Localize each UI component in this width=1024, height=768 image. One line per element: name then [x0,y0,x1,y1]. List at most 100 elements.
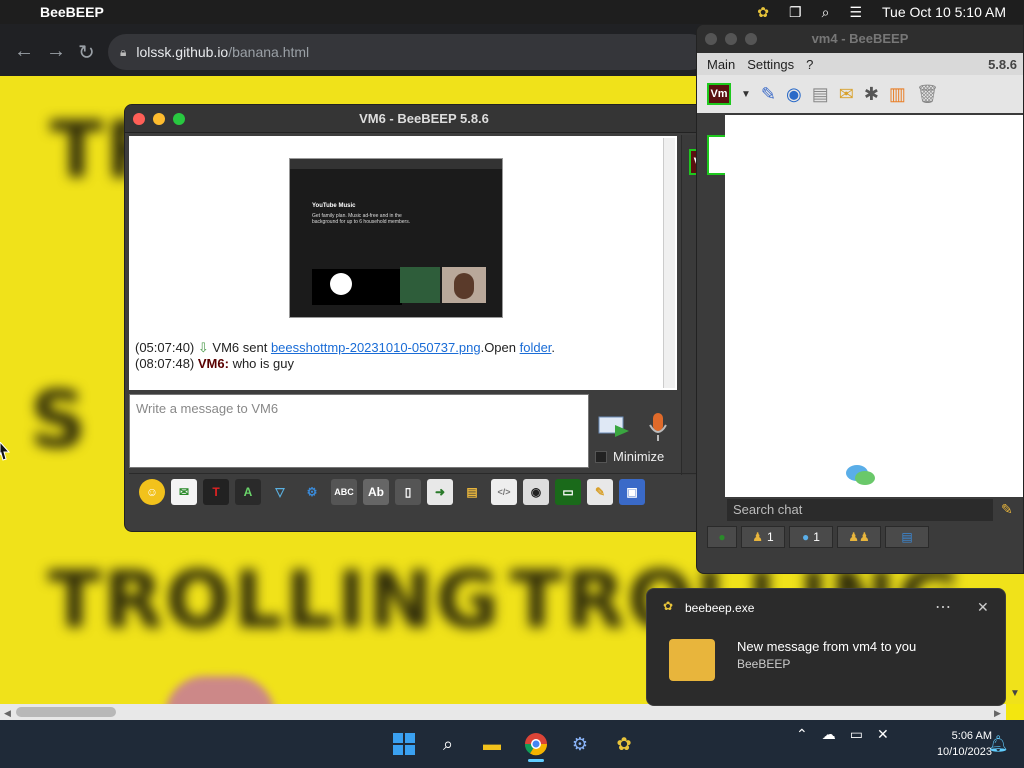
menubar-clock[interactable]: Tue Oct 10 5:10 AM [882,4,1006,20]
scrollbar-thumb[interactable] [16,707,116,717]
msg-mid: .Open [480,340,520,355]
microphone-button[interactable] [645,411,671,443]
settings-icon[interactable]: ⚙ [299,479,325,505]
network-icon[interactable]: ◉ [786,84,802,105]
users-icon: ♟ [752,530,764,544]
notification-title: New message from vm4 to you [737,639,917,654]
chevron-up-icon[interactable]: ⌃ [796,726,808,743]
chat-toolbar: ☺ ✉ T A ▽ ⚙ ABC Ab ▯ ➜ ▤ </> ◉ ▭ ✎ ▣ [129,473,719,509]
settings-gear-icon[interactable]: ⚙ [566,730,594,758]
zoom-button[interactable] [173,113,185,125]
menu-help[interactable]: ? [806,57,813,72]
send-folder-icon[interactable]: ▤ [459,479,485,505]
more-options-icon[interactable]: ⋯ [935,597,951,617]
trash-icon[interactable]: 🗑︎ [916,84,939,105]
scroll-down-icon[interactable]: ▼ [1010,688,1020,699]
edit-icon[interactable]: ✎ [587,478,613,505]
scroll-left-icon[interactable]: ◀ [4,708,11,719]
minimize-button[interactable] [153,113,165,125]
vm6-window-title: VM6 - BeeBEEP 5.8.6 [359,111,489,126]
minimize-checkbox[interactable]: Minimize [595,449,664,464]
cloud-icon[interactable]: ☁ [822,726,836,743]
msg-time: (05:07:40) [135,340,195,355]
msg-text: who is guy [228,356,294,371]
tab-files[interactable]: ▤ [885,526,929,548]
version-label: 5.8.6 [988,56,1017,72]
user-status-avatar[interactable]: Vm [707,83,731,105]
beebeep-tray-icon[interactable]: ✿ [757,4,769,21]
chat-scrollbar[interactable] [663,138,675,388]
preview-thumb [400,267,440,303]
preview-face [442,267,486,303]
color-icon[interactable]: A [235,478,261,505]
tab-status[interactable]: ● [707,526,737,548]
vm6-titlebar[interactable]: VM6 - BeeBEEP 5.8.6 [125,105,723,133]
url-host: lolssk.github.io [136,44,229,60]
filter-icon[interactable]: ▽ [267,479,293,505]
broom-icon[interactable]: ✎ [1001,501,1013,518]
taskbar-clock[interactable]: 5:06 AM 10/10/2023 [937,728,992,760]
preview-tabstrip [290,159,502,169]
horizontal-scrollbar[interactable] [0,704,1006,720]
file-blank-icon[interactable]: ▯ [395,478,421,505]
mailbox-icon[interactable]: ▤ [812,84,829,105]
back-icon[interactable]: ← [14,40,34,63]
emoji-icon[interactable]: ☺ [139,478,165,505]
close-icon[interactable]: ✕ [977,599,989,616]
vm4-titlebar[interactable]: vm4 - BeeBEEP [697,25,1023,53]
plugins-icon[interactable]: ✱ [864,84,879,105]
forward-icon[interactable]: → [46,40,66,63]
chrome-icon[interactable] [522,730,550,758]
screenshot-icon[interactable]: ◉ [523,478,549,505]
dropdown-icon[interactable]: ▼ [741,89,751,100]
screenshot-preview[interactable]: YouTube Music Get family plan. Music ad-… [289,158,503,318]
start-icon[interactable] [390,730,418,758]
edit-profile-icon[interactable]: ✎ [761,84,776,105]
note-icon[interactable]: ✉ [839,84,854,105]
zoom-button[interactable] [745,33,757,45]
beebeep-taskbar-icon[interactable]: ✿ [610,730,638,758]
tab-groups[interactable]: ♟♟ [837,526,881,548]
mute-icon[interactable]: ✕ [877,726,889,743]
display-icon[interactable]: ▭ [850,726,863,743]
tab-users[interactable]: ♟ 1 [741,526,785,548]
tab-chats[interactable]: ● 1 [789,526,833,548]
checkbox-box[interactable] [595,450,607,463]
scroll-right-icon[interactable]: ▶ [994,708,1001,719]
close-button[interactable] [705,33,717,45]
spellcheck-icon[interactable]: ABC [331,478,357,505]
close-button[interactable] [133,113,145,125]
folder-link[interactable]: folder [520,340,552,355]
lock-icon: 🔒︎ [120,44,127,59]
window-icon[interactable]: ❐ [789,4,802,21]
chat-board-icon[interactable]: ▭ [555,478,581,505]
taskbar-search-icon[interactable]: ⌕ [434,730,462,758]
menu-main[interactable]: Main [707,57,735,72]
send-button[interactable] [597,413,631,441]
save-icon[interactable]: ▣ [619,478,645,505]
send-icon [598,416,629,437]
envelope-icon[interactable]: ✉ [171,478,197,505]
vm4-menubar: Main Settings ? 5.8.6 [697,53,1023,75]
search-chat-input[interactable]: Search chat [727,499,993,521]
address-bar[interactable]: 🔒︎ lolssk.github.io/banana.html [108,34,708,70]
code-icon[interactable]: </> [491,478,517,505]
notification-bell-icon[interactable]: 🔔︎ [988,734,1008,754]
download-folder-icon[interactable]: ▥ [889,84,906,105]
send-file-icon[interactable]: ➜ [427,478,453,505]
file-explorer-icon[interactable]: ▬ [478,730,506,758]
minimize-button[interactable] [725,33,737,45]
windows-notification[interactable]: ✿ beebeep.exe ⋯ ✕ New message from vm4 t… [646,588,1006,706]
control-center-icon[interactable]: ☰ [849,4,862,21]
url-path: /banana.html [228,44,310,60]
msg-sender: VM6: [197,356,229,371]
menubar-app-name[interactable]: BeeBEEP [40,4,104,20]
tab-users-count: 1 [767,530,774,544]
file-link[interactable]: beesshottmp-20231010-050737.png [271,340,481,355]
font-icon[interactable]: T [203,478,229,505]
reload-icon[interactable]: ↻ [78,40,95,65]
search-icon[interactable]: ⌕ [822,4,830,21]
dictionary-icon[interactable]: Ab [363,478,389,505]
message-input[interactable]: Write a message to VM6 [129,394,589,468]
menu-settings[interactable]: Settings [747,57,794,72]
